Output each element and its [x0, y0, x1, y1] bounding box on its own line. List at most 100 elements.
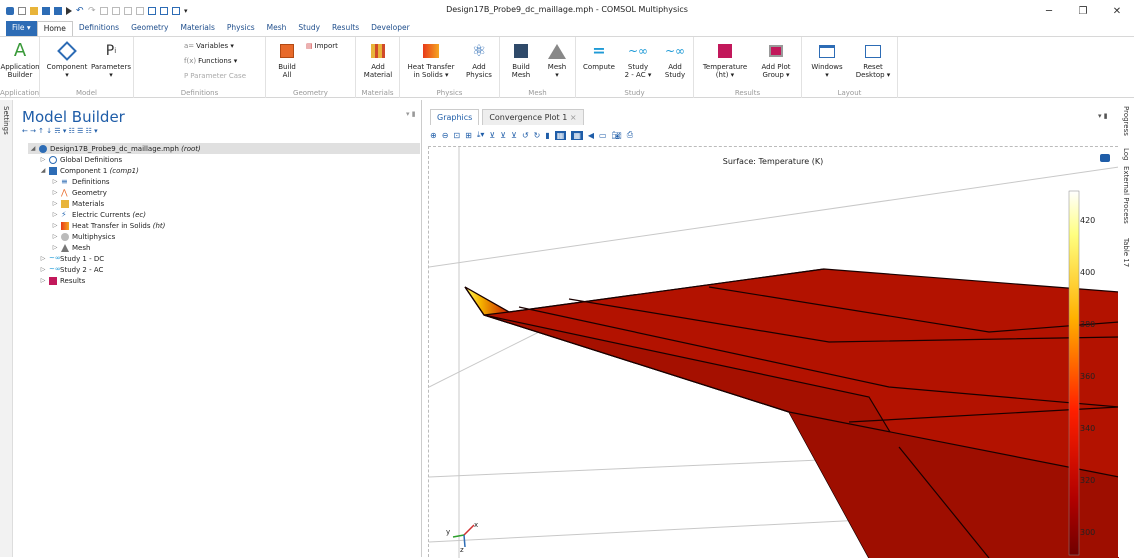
zoom-out-icon[interactable]: ⊖	[442, 131, 449, 140]
add-material-button[interactable]: Add Material	[360, 41, 396, 79]
collapse-arrow-icon[interactable]: ▷	[40, 156, 46, 163]
heat-transfer-button[interactable]: Heat Transfer in Solids ▾	[404, 41, 458, 79]
tree-item-electric-currents[interactable]: ▷ ⚡ Electric Currents (ec)	[52, 209, 146, 220]
axes-orientation-icon[interactable]: ⤓▾	[477, 130, 485, 140]
panel-menu-icon[interactable]: ▾ ▮	[406, 110, 416, 118]
log-side-tab[interactable]: Log	[1122, 148, 1130, 161]
parameter-case-icon: P	[184, 72, 189, 80]
add-plot-group-button[interactable]: Add Plot Group ▾	[754, 41, 798, 79]
functions-button[interactable]: f(x) Functions ▾	[184, 57, 237, 65]
external-process-side-tab[interactable]: External Process	[1122, 166, 1130, 224]
tree-item-materials[interactable]: ▷ Materials	[52, 198, 104, 209]
tree-item-global-definitions[interactable]: ▷ Global Definitions	[40, 154, 122, 165]
scene-light-icon[interactable]: ▮	[545, 131, 549, 140]
tab-results[interactable]: Results	[326, 21, 365, 36]
tree-item-study-2[interactable]: ▷ ~∞ Study 2 - AC	[40, 264, 104, 275]
view-zx-icon[interactable]: ⊻	[511, 131, 517, 140]
add-physics-button[interactable]: ⚛ Add Physics	[462, 41, 496, 80]
heat-transfer-icon	[61, 221, 69, 230]
tree-item-results[interactable]: ▷ Results	[40, 275, 85, 286]
minimize-button[interactable]: ─	[1032, 0, 1066, 22]
collapse-arrow-icon[interactable]: ▷	[52, 211, 58, 218]
tab-graphics[interactable]: Graphics	[430, 109, 480, 125]
collapse-arrow-icon[interactable]: ▷	[52, 178, 58, 185]
import-button[interactable]: ▤ Import	[306, 42, 338, 50]
tree-item-study-1[interactable]: ▷ ~∞ Study 1 - DC	[40, 253, 104, 264]
color-bar-tick: 340	[1080, 424, 1096, 434]
print-icon[interactable]: ⎙	[627, 130, 633, 140]
collapse-arrow-icon[interactable]: ▷	[52, 200, 58, 207]
tab-mesh[interactable]: Mesh	[261, 21, 293, 36]
panel-menu-icon[interactable]: ▾ ▮	[1098, 112, 1108, 120]
tree-item-component-1[interactable]: ◢ Component 1 (comp1)	[40, 165, 139, 176]
zoom-in-icon[interactable]: ⊕	[430, 131, 437, 140]
transparency-icon[interactable]: ▦	[554, 130, 567, 140]
collapse-arrow-icon[interactable]: ▷	[40, 266, 46, 273]
add-study-label: Add Study	[664, 63, 686, 79]
tab-materials[interactable]: Materials	[175, 21, 221, 36]
application-builder-button[interactable]: A Application Builder	[0, 41, 39, 80]
collapse-arrow-icon[interactable]: ▷	[52, 244, 58, 251]
collapse-arrow-icon[interactable]: ▷	[52, 222, 58, 229]
tree-item-root[interactable]: ◢ Design17B_Probe9_dc_maillage.mph (root…	[28, 143, 420, 154]
tree-item-multiphysics[interactable]: ▷ Multiphysics	[52, 231, 115, 242]
tree-item-mesh[interactable]: ▷ Mesh	[52, 242, 90, 253]
plot-settings-icon[interactable]	[1100, 154, 1110, 162]
tab-definitions[interactable]: Definitions	[73, 21, 125, 36]
settings-side-tab[interactable]: Settings	[2, 106, 10, 135]
collapse-arrow-icon[interactable]: ▷	[40, 277, 46, 284]
rotate-left-icon[interactable]: ↺	[522, 131, 529, 140]
view-xy-icon[interactable]: ⊻	[489, 131, 495, 140]
close-button[interactable]: ✕	[1100, 0, 1134, 22]
tree-item-heat-transfer[interactable]: ▷ Heat Transfer in Solids (ht)	[52, 220, 165, 231]
wireframe-icon[interactable]: ▦	[571, 130, 583, 140]
expand-arrow-icon[interactable]: ◢	[40, 167, 46, 174]
windows-button[interactable]: Windows ▾	[806, 41, 848, 79]
model-builder-toolbar[interactable]: ← → ↑ ↓ ☴ ▾ ☷ ☰ ☷ ▾	[22, 127, 98, 135]
close-tab-icon[interactable]: ×	[570, 113, 577, 122]
zoom-box-icon[interactable]: ⊡	[453, 131, 460, 140]
progress-side-tab[interactable]: Progress	[1122, 106, 1130, 136]
component-button[interactable]: Component ▾	[46, 41, 88, 79]
view-yz-icon[interactable]: ⊻	[500, 131, 506, 140]
parameter-case-button[interactable]: P Parameter Case	[184, 72, 246, 80]
tab-home[interactable]: Home	[36, 21, 73, 36]
tab-physics[interactable]: Physics	[221, 21, 261, 36]
collapse-arrow-icon[interactable]: ▷	[40, 255, 46, 262]
tab-file[interactable]: File ▾	[6, 21, 37, 36]
windows-label: Windows ▾	[811, 63, 843, 79]
tab-developer[interactable]: Developer	[365, 21, 416, 36]
build-mesh-label: Build Mesh	[511, 63, 531, 79]
graphics-canvas[interactable]	[428, 146, 1119, 558]
parameters-button[interactable]: Pi Parameters ▾	[90, 41, 132, 79]
expand-arrow-icon[interactable]: ◢	[30, 145, 36, 152]
mesh-button[interactable]: Mesh ▾	[540, 41, 574, 79]
screenshot-icon[interactable]: 📷︎	[612, 131, 622, 140]
reset-desktop-button[interactable]: Reset Desktop ▾	[850, 41, 896, 79]
tree-item-definitions[interactable]: ▷ ≡ Definitions	[52, 176, 110, 187]
variables-button[interactable]: a= Variables ▾	[184, 42, 234, 50]
rotate-right-icon[interactable]: ↻	[534, 131, 541, 140]
build-all-button[interactable]: Build All	[272, 41, 302, 79]
select-icon[interactable]: ◀	[588, 131, 594, 140]
maximize-button[interactable]: ❐	[1066, 0, 1100, 22]
add-study-button[interactable]: ~∞ Add Study	[658, 41, 692, 79]
mesh-triangle-icon	[61, 243, 69, 252]
tree-item-geometry[interactable]: ▷ ⋀ Geometry	[52, 187, 107, 198]
tab-geometry[interactable]: Geometry	[125, 21, 174, 36]
parameter-case-label: Parameter Case	[190, 72, 247, 80]
collapse-arrow-icon[interactable]: ▷	[52, 233, 58, 240]
compute-button[interactable]: = Compute	[580, 41, 618, 72]
model-builder-title: Model Builder	[22, 108, 125, 126]
tab-convergence-plot[interactable]: Convergence Plot 1 ×	[482, 109, 584, 125]
collapse-arrow-icon[interactable]: ▷	[52, 189, 58, 196]
table-side-tab[interactable]: Table 17	[1122, 238, 1130, 267]
tab-study[interactable]: Study	[292, 21, 326, 36]
temperature-button[interactable]: Temperature (ht) ▾	[698, 41, 752, 79]
add-material-label: Add Material	[363, 63, 393, 79]
build-mesh-button[interactable]: Build Mesh	[504, 41, 538, 79]
group-label-results: Results	[734, 89, 761, 97]
clear-selection-icon[interactable]: ▭	[599, 131, 607, 140]
zoom-extents-icon[interactable]: ⊞	[465, 131, 472, 140]
study2-button[interactable]: ~∞ Study 2 - AC ▾	[620, 41, 656, 79]
